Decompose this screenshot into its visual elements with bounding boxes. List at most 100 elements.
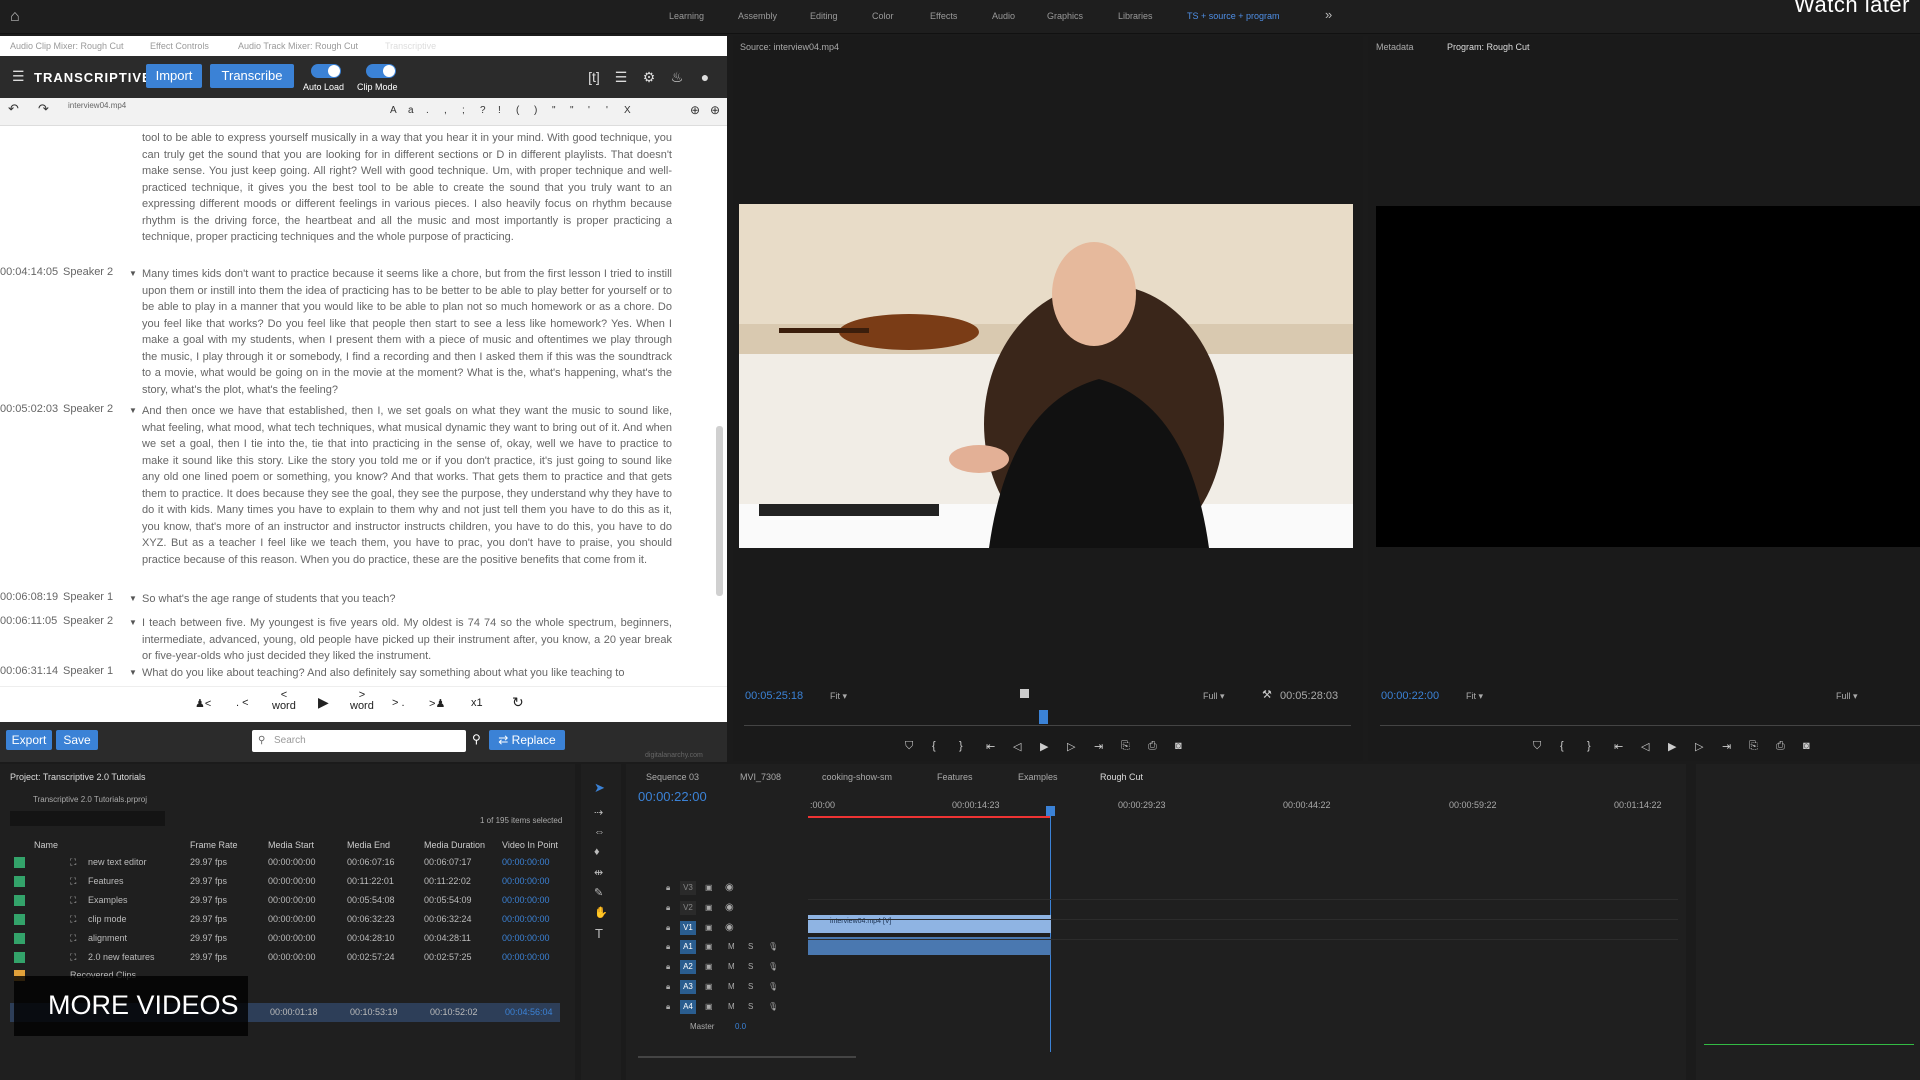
mute-button[interactable]: M [728,982,735,991]
project-row[interactable]: ⛶ alignment 29.97 fps 00:00:00:00 00:04:28:1… [0,929,565,948]
workspace-tab[interactable]: Libraries [1118,11,1153,21]
workspace-tab[interactable]: TS + source + program [1187,11,1280,21]
speaker-label[interactable]: Speaker 2 [63,615,113,627]
source-timecode[interactable]: 00:05:25:18 [745,690,803,702]
source-transport-control[interactable]: ⎘ [1121,740,1130,753]
playhead-handle[interactable] [1046,806,1055,816]
project-search-input[interactable] [10,811,165,826]
mic-icon[interactable]: 🎙︎ [768,942,778,951]
hand-tool-icon[interactable]: ✋ [594,906,608,919]
source-playhead[interactable] [1039,710,1048,724]
speaker-label[interactable]: Speaker 1 [63,665,113,677]
search-go-icon[interactable]: ⚲ [472,732,481,746]
lock-icon[interactable]: 🔒︎ [666,1002,670,1012]
solo-button[interactable]: S [748,942,753,951]
more-workspaces-icon[interactable]: » [1325,7,1332,22]
source-full-select[interactable]: Full ▾ [1203,691,1225,702]
program-transport-control[interactable]: ⎘ [1749,740,1758,753]
program-transport-control[interactable]: ⛉ [1533,740,1541,753]
film-icon[interactable]: ▣ [705,962,713,971]
workspace-tab[interactable]: Graphics [1047,11,1083,21]
timeline-tab[interactable]: Features [937,772,973,782]
next-speaker-button[interactable]: >♟ [429,697,445,710]
program-transport-control[interactable]: ⎙ [1776,740,1785,753]
panel-tab[interactable]: Transcriptive [385,41,436,51]
lock-icon[interactable]: 🔒︎ [666,883,670,893]
source-transport-control[interactable]: ◁ [1013,740,1021,753]
clip-mode-toggle[interactable] [366,64,396,78]
add-icon[interactable]: ⊕ [690,103,700,117]
program-transport-control[interactable]: ◁ [1641,740,1649,753]
project-row[interactable]: ⛶ Features 29.97 fps 00:00:00:00 00:11:22:01… [0,872,565,891]
replace-button[interactable]: ⇄ Replace [489,730,565,750]
mic-icon[interactable]: 🎙︎ [768,982,778,991]
source-transport-control[interactable]: ⇥ [1094,740,1103,753]
speed-button[interactable]: x1 [471,697,483,709]
timestamp[interactable]: 00:06:08:19 [0,591,58,603]
source-transport-control[interactable]: ◙ [1175,740,1182,752]
timestamp[interactable]: 00:05:02:03 [0,403,58,415]
timeline-tab[interactable]: Examples [1018,772,1058,782]
workspace-tab[interactable]: Learning [669,11,704,21]
video-track-target[interactable]: V3 [680,881,696,895]
punctuation-button[interactable]: ) [534,105,537,116]
timeline-tab[interactable]: MVI_7308 [740,772,781,782]
program-full-select[interactable]: Full ▾ [1836,691,1858,702]
project-row[interactable]: ⛶ Examples 29.97 fps 00:00:00:00 00:05:54:08… [0,891,565,910]
speaker-label[interactable]: Speaker 2 [63,266,113,278]
gear-icon[interactable]: ⚙ [640,68,658,86]
solo-button[interactable]: S [748,1002,753,1011]
source-transport-control[interactable]: ▶ [1040,740,1048,753]
column-header[interactable]: Media End [347,840,390,850]
add-speaker-icon[interactable]: ⊕ [710,103,720,117]
program-transport-control[interactable]: } [1587,740,1591,752]
timestamp[interactable]: 00:06:11:05 [0,615,57,627]
transcript-body[interactable]: tool to be able to express yourself musi… [0,126,727,686]
workspace-tab[interactable]: Audio [992,11,1015,21]
film-icon[interactable]: ▣ [705,982,713,991]
next-sentence-button[interactable]: > . [392,697,405,709]
transcript-paragraph[interactable]: Many times kids don't want to practice b… [142,266,672,398]
transcript-paragraph[interactable]: tool to be able to express yourself musi… [142,130,672,246]
source-fit-select[interactable]: Fit ▾ [830,691,847,702]
video-track-target[interactable]: V1 [680,921,696,935]
film-icon[interactable]: ▣ [705,903,713,912]
project-row[interactable]: ⛶ new text editor 29.97 fps 00:00:00:00 00:0… [0,853,565,872]
search-input[interactable]: ⚲ Search [252,730,466,752]
speaker-dropdown-icon[interactable]: ▼ [129,618,137,627]
solo-button[interactable]: S [748,962,753,971]
lock-icon[interactable]: 🔒︎ [666,962,670,972]
film-icon[interactable]: ▣ [705,1002,713,1011]
video-clip[interactable]: interview04.mp4 [V] [808,915,1051,933]
transcript-paragraph[interactable]: What do you like about teaching? And als… [142,665,672,682]
program-transport-control[interactable]: ◙ [1803,740,1810,752]
transcript-paragraph[interactable]: So what's the age range of students that… [142,591,672,608]
footer-link[interactable]: digitalanarchy.com [645,752,703,759]
wrench-icon[interactable]: ⚒ [1262,688,1272,701]
punctuation-button[interactable]: X [624,105,631,116]
timestamp[interactable]: 00:04:14:05 [0,266,58,278]
audio-track-target[interactable]: A3 [680,980,696,994]
punctuation-button[interactable]: ; [462,105,465,116]
punctuation-button[interactable]: ( [516,105,519,116]
punctuation-button[interactable]: , [444,105,447,116]
metadata-tab[interactable]: Metadata [1376,42,1414,52]
film-icon[interactable]: ▣ [705,923,713,932]
program-fit-select[interactable]: Fit ▾ [1466,691,1483,702]
punctuation-button[interactable]: " [552,105,556,116]
film-icon[interactable]: ▣ [705,883,713,892]
master-value[interactable]: 0.0 [735,1022,746,1031]
sync-icon[interactable]: ↻ [512,694,524,711]
eye-icon[interactable]: ◉ [725,882,734,893]
source-transport-control[interactable]: ⇤ [986,740,995,753]
workspace-tab[interactable]: Effects [930,11,957,21]
mic-icon[interactable]: 🎙︎ [768,962,778,971]
transcript-paragraph[interactable]: And then once we have that established, … [142,403,672,568]
program-timecode[interactable]: 00:00:22:00 [1381,690,1439,702]
column-header[interactable]: Media Start [268,840,314,850]
export-button[interactable]: Export [6,730,52,750]
slip-tool-icon[interactable]: ⇹ [594,866,603,879]
solo-button[interactable]: S [748,982,753,991]
transcribe-button[interactable]: Transcribe [210,64,294,88]
mic-icon[interactable]: 🎙︎ [768,1002,778,1011]
